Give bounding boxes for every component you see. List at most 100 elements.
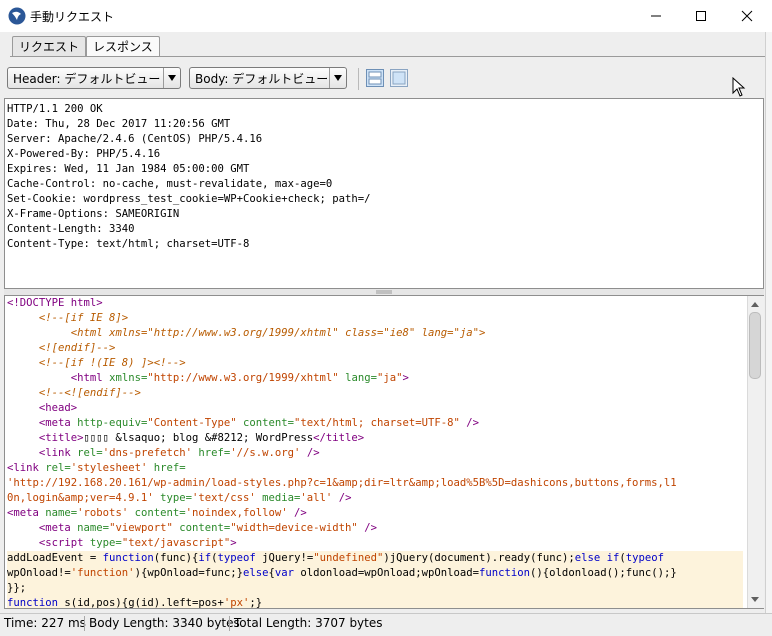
code-token: content= [236,417,295,429]
code-line: <link rel='stylesheet' href= [7,461,743,476]
header-line: X-Frame-Options: SAMEORIGIN [7,208,180,220]
code-token: /> [332,492,352,504]
code-line: <![endif]--> [7,341,743,356]
code-token: "ja" [453,327,480,339]
scroll-down-icon[interactable] [749,593,761,605]
code-token: if [198,552,212,564]
code-token: 'all' [300,492,333,504]
code-token: type= [89,537,122,549]
header-line: X-Powered-By: PHP/5.4.16 [7,148,161,160]
background-window-edge [765,32,772,635]
header-view-label: Header: デフォルトビュー [13,72,161,86]
code-token: function [7,597,59,609]
code-token: function [102,552,154,564]
header-view-select[interactable]: Header: デフォルトビュー [7,67,181,89]
code-token: xmlns= [109,327,148,339]
split-single-icon[interactable] [390,69,408,87]
code-line: <title>▯▯▯▯ &lsaquo; blog &#8212; WordPr… [7,431,743,446]
code-token: <meta [38,417,78,429]
code-token: 'text/css' [191,492,256,504]
code-token: > [230,537,237,549]
code-token: 'dns-prefetch' [102,447,192,459]
code-token: name= [77,522,110,534]
code-token: <!--[if !(IE 8) ]><!--> [38,357,186,369]
body-view-select[interactable]: Body: デフォルトビュー [189,67,347,89]
maximize-button[interactable] [678,0,724,32]
code-token: name= [45,507,78,519]
chevron-down-icon [329,68,346,88]
response-body-pane[interactable]: <!DOCTYPE html> <!--[if IE 8]> <html xml… [4,295,764,609]
code-token: "Content-Type" [147,417,237,429]
code-token: <!DOCTYPE html> [7,297,103,309]
code-line: function s(id,pos){g(id).left=pos+'px';} [7,596,743,609]
code-token: ▯▯▯▯ &lsaquo; blog &#8212; WordPress [83,432,314,444]
code-token: }}; [7,582,27,594]
toolbar-separator [358,68,359,90]
header-line: Server: Apache/2.4.6 (CentOS) PHP/5.4.16 [7,133,263,145]
code-token: 'stylesheet' [70,462,148,474]
code-token: else if [574,552,620,564]
code-token: "ie8" [383,327,416,339]
code-line: <!--[if !(IE 8) ]><!--> [7,356,743,371]
code-line: 'http://192.168.20.161/wp-admin/load-sty… [7,476,743,491]
code-line: <meta name="viewport" content="width=dev… [7,521,743,536]
code-line: <html xmlns="http://www.w3.org/1999/xhtm… [7,371,743,386]
app-logo-icon [8,7,26,25]
code-token: content= [172,522,231,534]
code-line: addLoadEvent = function(func){if(typeof … [7,551,743,566]
code-token: /> [459,417,480,429]
code-token: content= [128,507,186,519]
code-line: 0n,login&amp;ver=4.9.1' type='text/css' … [7,491,743,506]
code-token: href= [191,447,231,459]
response-header-pane[interactable]: HTTP/1.1 200 OK Date: Thu, 28 Dec 2017 11… [4,98,764,289]
code-token: /> [300,447,320,459]
code-token: /> [357,522,377,534]
code-token: "text/html; charset=UTF-8" [294,417,460,429]
code-token: "viewport" [109,522,173,534]
code-token: rel= [77,447,103,459]
split-horizontal-icon[interactable] [366,69,384,87]
code-token: oldonload=wpOnload;wpOnload= [294,567,480,579]
code-token: <link [7,462,46,474]
code-line: wpOnload!='function'){wpOnload=func;}els… [7,566,743,581]
code-token: </title> [313,432,365,444]
code-token: function [479,567,531,579]
code-token: jQuery!= [255,552,314,564]
tab-response[interactable]: レスポンス [86,36,160,57]
code-token: wpOnload!= [7,567,71,579]
header-line: Cache-Control: no-cache, must-revalidate… [7,178,333,190]
tab-request[interactable]: リクエスト [12,36,87,57]
scrollbar-thumb[interactable] [749,312,761,379]
code-token: "text/javascript" [121,537,231,549]
code-token: <![endif]--> [38,342,116,354]
code-token: media= [255,492,301,504]
code-token: 0n,login&amp;ver=4.9.1' [7,492,154,504]
minimize-icon [651,15,661,17]
code-token: "ja" [376,372,403,384]
code-token: ){wpOnload=func;} [134,567,243,579]
code-token: lang= [338,372,377,384]
close-button[interactable] [724,0,770,32]
header-line: HTTP/1.1 200 OK [7,103,103,115]
code-line: <head> [7,401,743,416]
code-token: xmlns= [109,372,148,384]
code-token: <html [70,327,110,339]
code-token: "http://www.w3.org/1999/xhtml" [147,327,339,339]
code-token: type= [153,492,192,504]
minimize-button[interactable] [633,0,679,32]
code-token: addLoadEvent = [7,552,103,564]
code-line: <!DOCTYPE html> [7,296,743,311]
scroll-up-icon[interactable] [749,298,761,310]
code-token: "http://www.w3.org/1999/xhtml" [147,372,339,384]
code-line: <script type="text/javascript"> [7,536,743,551]
tab-divider [10,56,765,57]
